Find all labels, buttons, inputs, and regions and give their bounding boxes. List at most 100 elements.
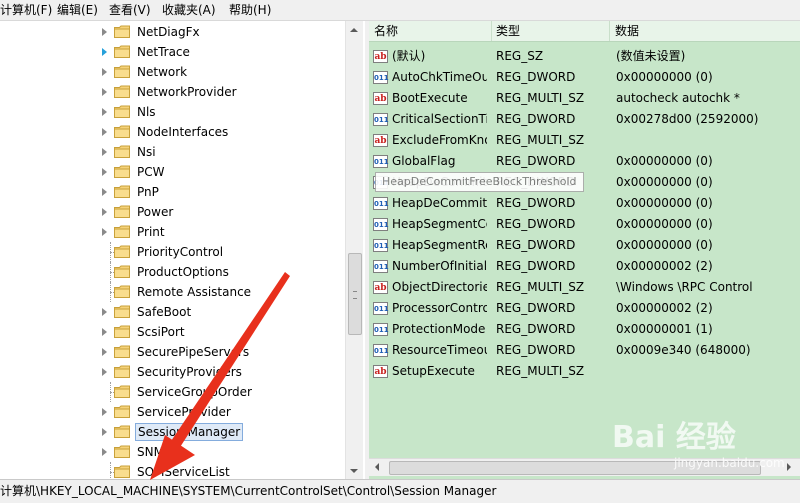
- tree-item[interactable]: Session Manager: [0, 422, 345, 442]
- expand-arrow-icon[interactable]: [102, 48, 107, 56]
- value-row[interactable]: 011NumberOfInitialSessions REG_DWORD 0x000…: [369, 256, 800, 277]
- expand-arrow-icon[interactable]: [102, 328, 107, 336]
- tree-scroll-thumb[interactable]: [348, 253, 362, 335]
- expand-arrow-icon[interactable]: [102, 348, 107, 356]
- binary-value-icon: 011: [373, 155, 389, 168]
- value-row[interactable]: 011HeapSegmentReserve REG_DWORD 0x00000000…: [369, 235, 800, 256]
- scroll-right-arrow-icon[interactable]: [787, 463, 791, 471]
- tree-item[interactable]: SafeBoot: [0, 302, 345, 322]
- folder-icon: [114, 445, 130, 458]
- expand-arrow-icon[interactable]: [102, 68, 107, 76]
- expand-arrow-icon[interactable]: [102, 228, 107, 236]
- grip-icon: [353, 291, 357, 299]
- expand-arrow-icon[interactable]: [102, 368, 107, 376]
- value-row[interactable]: ab ObjectDirectories REG_MULTI_SZ \Windows …: [369, 277, 800, 298]
- menu-file[interactable]: 计算机(F): [0, 2, 54, 18]
- tree-item[interactable]: NetDiagFx: [0, 22, 345, 42]
- scroll-down-arrow-icon[interactable]: [350, 469, 358, 473]
- folder-icon: [114, 405, 130, 418]
- tree-item[interactable]: ProductOptions: [0, 262, 345, 282]
- value-row[interactable]: 011HeapDeCommitTotalFreeThreshold REG_DWO…: [369, 193, 800, 214]
- tree-item[interactable]: PnP: [0, 182, 345, 202]
- tree-item[interactable]: SOMServiceList: [0, 462, 345, 479]
- value-row[interactable]: ab ExcludeFromKnownDlls REG_MULTI_SZ: [369, 130, 800, 151]
- registry-tree[interactable]: NetDiagFx NetTrace Network NetworkProvider N…: [0, 21, 366, 479]
- menu-edit[interactable]: 编辑(E): [55, 2, 100, 18]
- value-row[interactable]: 011HeapSegmentCommit REG_DWORD 0x00000000 …: [369, 214, 800, 235]
- value-row[interactable]: 011 ProcessorControl REG_DWORD 0x00000002 (…: [369, 298, 800, 319]
- string-value-icon: ab: [373, 281, 388, 294]
- tree-vertical-scrollbar[interactable]: [345, 21, 363, 479]
- tree-item-label: ServiceGroupOrder: [137, 385, 252, 399]
- value-row[interactable]: 011 ProtectionMode REG_DWORD 0x00000001 (1): [369, 319, 800, 340]
- expand-arrow-icon[interactable]: [102, 188, 107, 196]
- tree-item[interactable]: Network: [0, 62, 345, 82]
- expand-arrow-icon[interactable]: [102, 168, 107, 176]
- expand-arrow-icon[interactable]: [102, 408, 107, 416]
- expand-arrow-icon[interactable]: [102, 28, 107, 36]
- folder-icon: [114, 185, 130, 198]
- value-row[interactable]: 011 GlobalFlag REG_DWORD 0x00000000 (0): [369, 151, 800, 172]
- values-scroll-thumb[interactable]: [389, 461, 761, 475]
- value-row[interactable]: 011ResourceTimeoutCount REG_DWORD 0x0009e3…: [369, 340, 800, 361]
- expand-arrow-icon[interactable]: [102, 108, 107, 116]
- tree-item[interactable]: ScsiPort: [0, 322, 345, 342]
- tree-item-label: SafeBoot: [137, 305, 192, 319]
- tree-item[interactable]: NetTrace: [0, 42, 345, 62]
- column-name-header[interactable]: 名称: [369, 21, 492, 41]
- value-type: REG_DWORD: [496, 112, 576, 126]
- tree-item-label: Power: [137, 205, 174, 219]
- tree-item[interactable]: Nls: [0, 102, 345, 122]
- value-row[interactable]: 011 AutoChkTimeOut REG_DWORD 0x00000000 (0): [369, 67, 800, 88]
- tree-item[interactable]: Remote Assistance: [0, 282, 345, 302]
- folder-icon: [114, 65, 130, 78]
- tree-item[interactable]: NetworkProvider: [0, 82, 345, 102]
- value-data: \Windows \RPC Control: [616, 280, 753, 294]
- value-data: autocheck autochk *: [616, 91, 740, 105]
- scroll-up-arrow-icon[interactable]: [350, 28, 358, 32]
- values-horizontal-scrollbar[interactable]: [369, 458, 800, 476]
- value-name: HeapSegmentReserve: [392, 238, 487, 252]
- expand-arrow-icon[interactable]: [102, 308, 107, 316]
- tree-item[interactable]: PriorityControl: [0, 242, 345, 262]
- tree-item-label: Nsi: [137, 145, 156, 159]
- value-row[interactable]: ab SetupExecute REG_MULTI_SZ: [369, 361, 800, 382]
- expand-arrow-icon[interactable]: [102, 428, 107, 436]
- value-name: BootExecute: [392, 91, 468, 105]
- folder-icon: [114, 205, 130, 218]
- expand-arrow-icon[interactable]: [102, 148, 107, 156]
- tree-item[interactable]: ServiceProvider: [0, 402, 345, 422]
- tree-item[interactable]: NodeInterfaces: [0, 122, 345, 142]
- tree-item[interactable]: SecurePipeServers: [0, 342, 345, 362]
- menu-view[interactable]: 查看(V): [107, 2, 153, 18]
- value-row[interactable]: ab BootExecute REG_MULTI_SZ autocheck autoc…: [369, 88, 800, 109]
- value-row[interactable]: ab (默认) REG_SZ (数值未设置): [369, 46, 800, 67]
- tree-item[interactable]: Print: [0, 222, 345, 242]
- tree-item[interactable]: Nsi: [0, 142, 345, 162]
- tree-item[interactable]: Power: [0, 202, 345, 222]
- tree-item[interactable]: SecurityProviders: [0, 362, 345, 382]
- expand-arrow-icon[interactable]: [102, 448, 107, 456]
- menu-favorites[interactable]: 收藏夹(A): [160, 2, 218, 18]
- expand-arrow-icon[interactable]: [102, 88, 107, 96]
- tree-item-label: NetworkProvider: [137, 85, 237, 99]
- value-data: 0x00278d00 (2592000): [616, 112, 759, 126]
- value-name: (默认): [392, 49, 426, 63]
- column-data-header[interactable]: 数据: [610, 21, 800, 41]
- tree-item[interactable]: SNMP: [0, 442, 345, 462]
- value-data: 0x00000000 (0): [616, 154, 713, 168]
- folder-icon: [114, 225, 130, 238]
- value-type: REG_DWORD: [496, 301, 576, 315]
- values-list[interactable]: 名称 类型 数据 ab (默认) REG_SZ (数值未设置) 011 AutoChkTi…: [369, 21, 800, 479]
- binary-value-icon: 011: [373, 218, 389, 231]
- menu-help[interactable]: 帮助(H): [227, 2, 273, 18]
- column-type-header[interactable]: 类型: [491, 21, 610, 41]
- expand-arrow-icon[interactable]: [102, 208, 107, 216]
- value-row[interactable]: 011CriticalSectionTimeout REG_DWORD 0x0027…: [369, 109, 800, 130]
- expand-arrow-icon[interactable]: [102, 128, 107, 136]
- value-data: (数值未设置): [616, 49, 686, 63]
- tree-item[interactable]: PCW: [0, 162, 345, 182]
- tree-item[interactable]: ServiceGroupOrder: [0, 382, 345, 402]
- scroll-left-arrow-icon[interactable]: [375, 463, 379, 471]
- tree-item-label: Remote Assistance: [137, 285, 252, 299]
